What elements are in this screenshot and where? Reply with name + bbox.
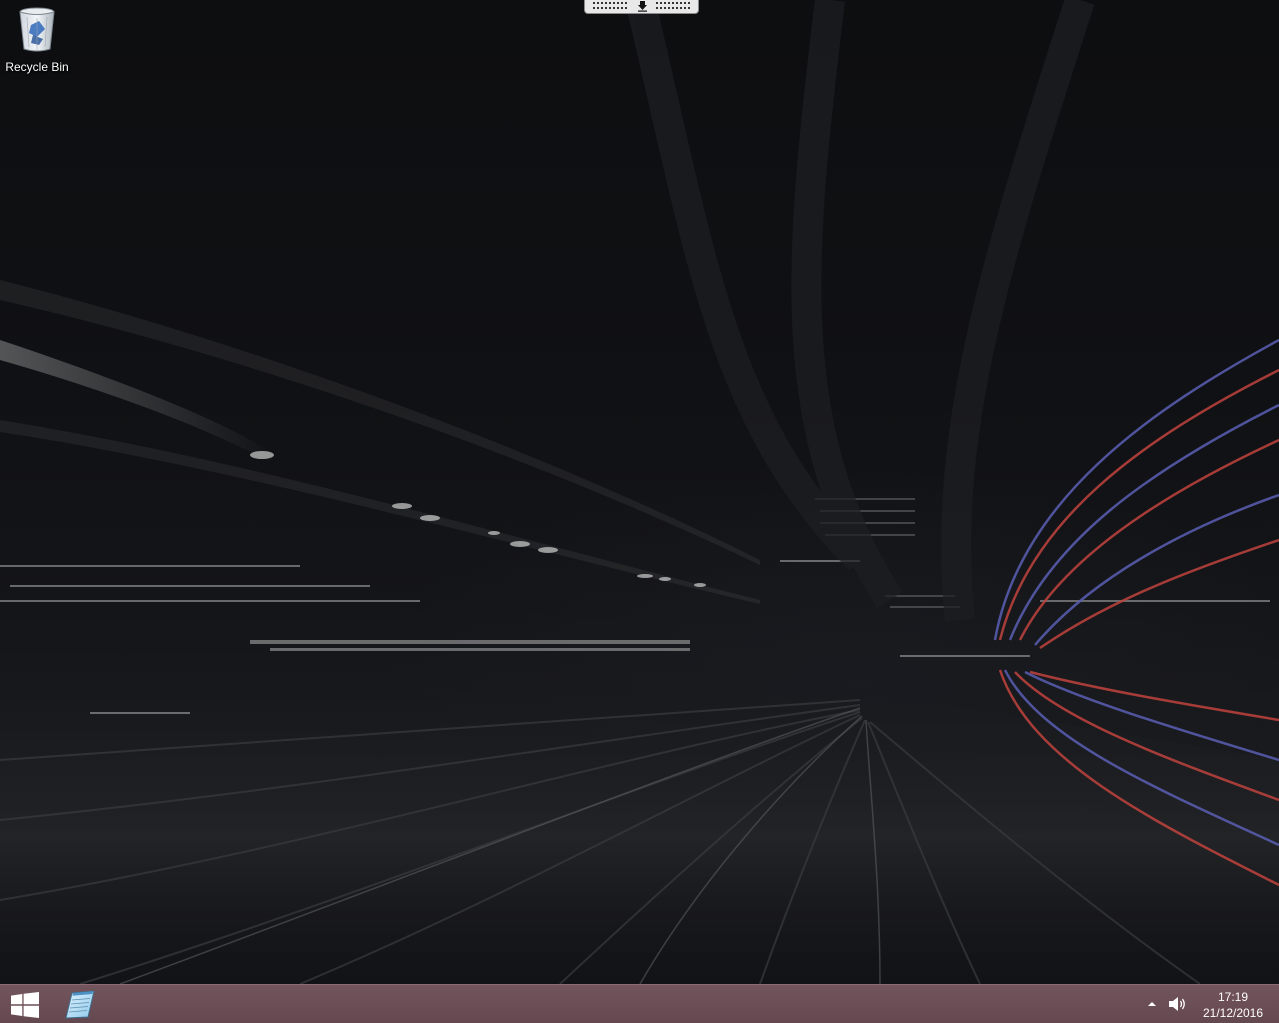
notepad-icon xyxy=(65,990,95,1019)
taskbar: 17:19 21/12/2016 xyxy=(0,984,1279,1023)
chevron-up-icon[interactable] xyxy=(1145,997,1159,1011)
start-button[interactable] xyxy=(0,985,50,1023)
desktop[interactable]: Recycle Bin xyxy=(0,0,1279,984)
remote-connection-bar[interactable] xyxy=(584,0,699,14)
grip-icon xyxy=(656,2,690,9)
clock-time: 17:19 xyxy=(1217,990,1249,1004)
desktop-icon-label: Recycle Bin xyxy=(5,60,69,74)
clock-date: 21/12/2016 xyxy=(1202,1006,1264,1020)
desktop-icon-recycle-bin[interactable]: Recycle Bin xyxy=(2,4,72,76)
taskbar-app-notepad[interactable] xyxy=(58,985,102,1023)
windows-logo-icon xyxy=(11,992,39,1018)
speaker-icon[interactable] xyxy=(1167,995,1187,1013)
grip-icon xyxy=(593,2,627,9)
wallpaper xyxy=(0,0,1279,984)
taskbar-clock[interactable]: 17:19 21/12/2016 xyxy=(1196,989,1270,1021)
recycle-bin-icon xyxy=(19,7,55,52)
pin-icon[interactable] xyxy=(637,1,648,12)
